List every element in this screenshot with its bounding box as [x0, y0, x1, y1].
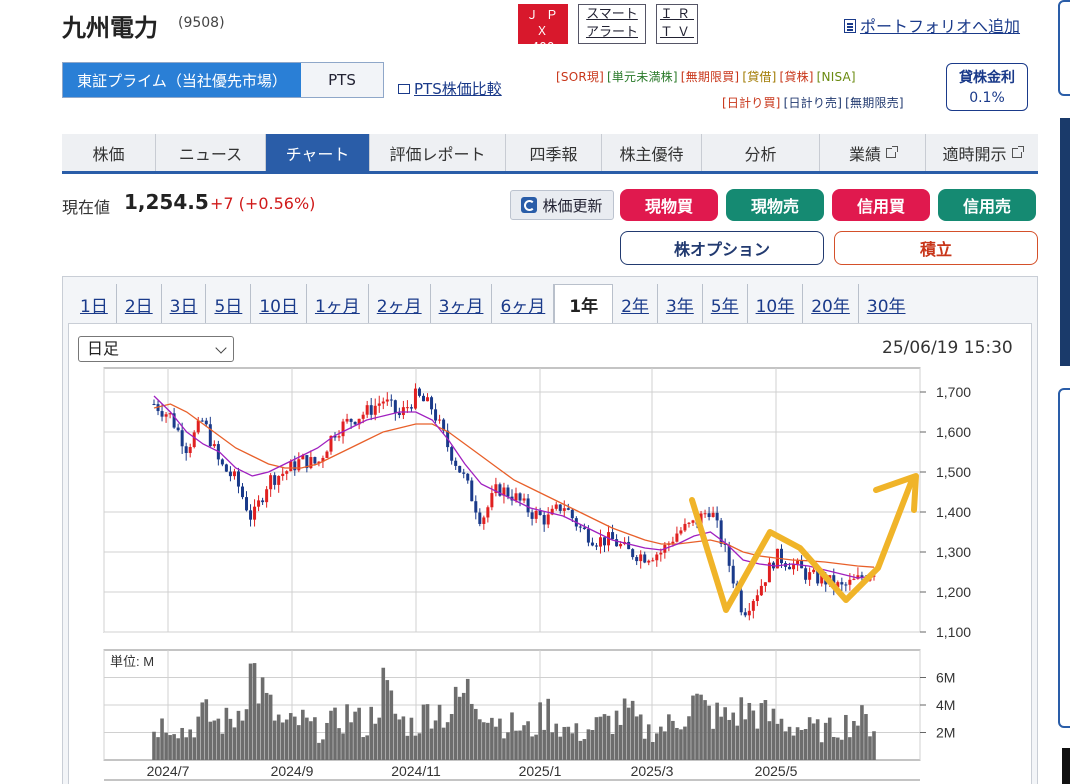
market-tab-pts[interactable]: PTS: [301, 63, 383, 97]
current-price-value: 1,254.5: [124, 190, 209, 214]
buy-margin-button[interactable]: 信用買: [832, 189, 930, 221]
lending-rate-label: 貸株金利: [959, 70, 1015, 86]
ir-line: ＩＲ: [659, 7, 694, 22]
tag-sor: [SOR現]: [556, 70, 604, 84]
sell-margin-button[interactable]: 信用売: [938, 189, 1036, 221]
external-link-icon: [886, 145, 898, 158]
sidebar-panel-edge: [1058, 388, 1070, 728]
period-10y[interactable]: 10年: [748, 284, 804, 324]
nav-disclosure[interactable]: 適時開示: [926, 134, 1038, 171]
smart-alert-line2: アラート: [585, 25, 638, 40]
nav-results-label: 業績: [848, 144, 881, 164]
tag-lending: [貸借]: [742, 70, 777, 84]
period-3y[interactable]: 3年: [658, 284, 703, 324]
nav-shikiho[interactable]: 四季報: [506, 134, 602, 171]
nav-stock-price[interactable]: 株価: [62, 134, 156, 171]
interval-value: 日足: [87, 339, 120, 358]
refresh-price-label: 株価更新: [542, 196, 603, 215]
add-to-portfolio-link[interactable]: ポートフォリオへ追加: [844, 13, 1020, 37]
market-tab-tse-prime[interactable]: 東証プライム（当社優先市場）: [63, 63, 301, 97]
period-2d[interactable]: 2日: [117, 284, 162, 324]
period-1y[interactable]: 1年: [554, 284, 614, 324]
company-name: 九州電力: [62, 14, 158, 42]
lending-rate-value: 0.1%: [969, 90, 1005, 106]
lending-rate-box[interactable]: 貸株金利 0.1%: [946, 63, 1028, 111]
period-2y[interactable]: 2年: [613, 284, 658, 324]
nav-chart[interactable]: チャート: [266, 134, 370, 171]
nav-news[interactable]: ニュース: [156, 134, 266, 171]
nav-disclosure-label: 適時開示: [942, 144, 1007, 164]
period-2m[interactable]: 2ヶ月: [369, 284, 431, 324]
feature-tags-row-1: [SOR現] [単元未満株] [無期限買] [貸借] [貸株] [NISA]: [556, 68, 859, 85]
tag-day-sell: [日計り売]: [783, 96, 843, 110]
pts-compare-label: PTS株価比較: [414, 80, 502, 98]
period-1m[interactable]: 1ヶ月: [307, 284, 369, 324]
nav-analysis[interactable]: 分析: [702, 134, 820, 171]
refresh-icon: [521, 197, 538, 213]
sell-spot-button[interactable]: 現物売: [726, 189, 824, 221]
period-30y[interactable]: 30年: [859, 284, 914, 324]
period-20y[interactable]: 20年: [803, 284, 859, 324]
pts-compare-link[interactable]: PTS株価比較: [398, 78, 502, 99]
interval-select[interactable]: 日足: [78, 336, 234, 362]
tag-stock-lending: [貸株]: [779, 70, 814, 84]
ir-tv-button[interactable]: ＩＲ ＴＶ: [656, 4, 698, 44]
tag-indefinite-sell: [無期限売]: [845, 96, 904, 110]
chevron-down-icon: [215, 342, 227, 354]
chart-timestamp: 25/06/19 15:30: [882, 338, 1013, 358]
tag-indefinite-buy: [無期限買]: [680, 70, 740, 84]
jpx-400-label: 400: [531, 40, 555, 54]
jpx-label: Ｊ Ｐ Ｘ: [526, 8, 560, 38]
period-5d[interactable]: 5日: [206, 284, 252, 324]
refresh-price-button[interactable]: 株価更新: [510, 190, 614, 220]
tv-line: ＴＶ: [659, 25, 694, 40]
period-6m[interactable]: 6ヶ月: [492, 284, 555, 324]
smart-alert-button[interactable]: スマート アラート: [578, 4, 646, 44]
document-icon: [844, 19, 856, 33]
sidebar-panel-edge: [1058, 0, 1070, 96]
period-5y[interactable]: 5年: [703, 284, 748, 324]
period-3m[interactable]: 3ヶ月: [431, 284, 493, 324]
tag-nisa: [NISA]: [816, 70, 856, 84]
add-to-portfolio-label: ポートフォリオへ追加: [860, 17, 1021, 36]
period-1d[interactable]: 1日: [72, 284, 117, 324]
buy-spot-button[interactable]: 現物買: [620, 189, 718, 221]
market-selector: 東証プライム（当社優先市場） PTS: [62, 62, 384, 98]
jpx400-button[interactable]: Ｊ Ｐ Ｘ 400: [518, 4, 568, 54]
current-price-label: 現在値: [62, 198, 111, 217]
external-link-icon: [1011, 145, 1024, 158]
nav-shareholder-benefits[interactable]: 株主優待: [602, 134, 702, 171]
main-nav: 株価 ニュース チャート 評価レポート 四季報 株主優待 分析 業績 適時開示: [62, 134, 1038, 174]
tag-odd-lot: [単元未満株]: [606, 70, 678, 84]
price-change: +7 (+0.56%): [210, 194, 316, 213]
nav-rating-report[interactable]: 評価レポート: [370, 134, 506, 171]
period-3d[interactable]: 3日: [162, 284, 207, 324]
accumulate-button[interactable]: 積立: [834, 231, 1038, 265]
period-10d[interactable]: 10日: [251, 284, 307, 324]
window-icon: [398, 84, 410, 94]
smart-alert-line1: スマート: [586, 7, 638, 22]
chart-area: [68, 323, 1032, 784]
tag-day-buy: [日計り買]: [722, 96, 781, 110]
stock-option-button[interactable]: 株オプション: [620, 231, 824, 265]
stock-code: (9508): [178, 15, 225, 31]
feature-tags-row-2: [日計り買] [日計り売] [無期限売]: [722, 94, 907, 111]
sidebar-banner-edge: [1060, 118, 1070, 366]
sidebar-edge-bar: [1062, 748, 1070, 784]
nav-results[interactable]: 業績: [820, 134, 926, 171]
period-tabs: 1日 2日 3日 5日 10日 1ヶ月 2ヶ月 3ヶ月 6ヶ月 1年 2年 3年…: [72, 284, 914, 324]
